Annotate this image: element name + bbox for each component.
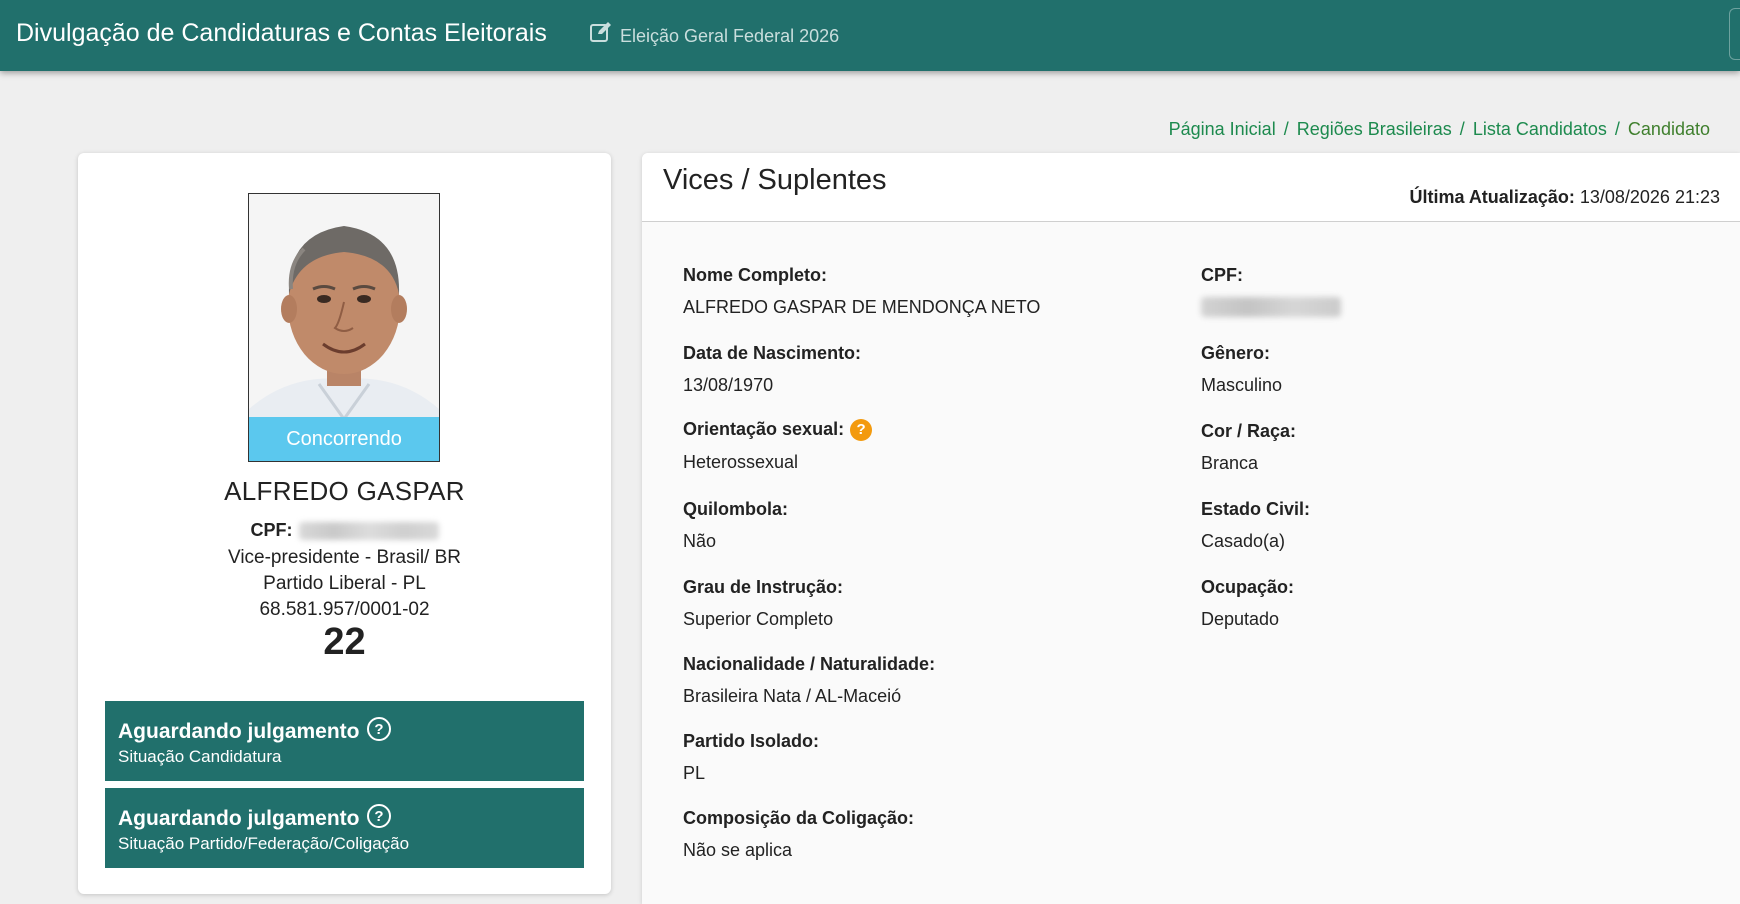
field-label: Gênero: [1201, 343, 1271, 363]
field-value: Casado(a) [1201, 531, 1286, 551]
app-title: Divulgação de Candidaturas e Contas Elei… [16, 19, 547, 47]
candidate-number: 22 [323, 621, 366, 663]
cpf-label: CPF: [250, 520, 293, 540]
breadcrumb-current: Candidato [1627, 119, 1710, 139]
field-value: PL [683, 763, 706, 783]
candidate-party: Partido Liberal - PL [263, 573, 426, 594]
field-full-name: Nome Completo: ALFREDO GASPAR DE MENDONÇ… [683, 265, 1163, 318]
field-value: 13/08/1970 [683, 375, 774, 395]
field-label: Nacionalidade / Naturalidade: [683, 654, 936, 674]
breadcrumb-home[interactable]: Página Inicial [1169, 119, 1276, 139]
candidate-photo: Concorrendo [248, 193, 440, 462]
details-panel: Vices / Suplentes Última Atualização: 13… [642, 153, 1740, 904]
situation-title-text: Aguardando julgamento [118, 720, 360, 743]
field-education: Grau de Instrução: Superior Completo [683, 577, 1163, 630]
status-ribbon: Concorrendo [249, 417, 439, 461]
candidate-card: Concorrendo ALFREDO GASPAR CPF: Vice-pre… [78, 153, 611, 894]
panel-title: Vices / Suplentes [663, 164, 887, 196]
svg-text:?: ? [374, 721, 383, 738]
cpf-redacted [298, 522, 439, 541]
last-updated-label: Última Atualização: [1409, 187, 1575, 207]
situation-title-text: Aguardando julgamento [118, 807, 360, 830]
candidate-name: ALFREDO GASPAR [224, 476, 465, 506]
field-marital-status: Estado Civil: Casado(a) [1201, 499, 1681, 552]
field-label: Quilombola: [683, 499, 788, 519]
field-label: Cor / Raça: [1201, 421, 1297, 441]
candidate-role: Vice-presidente - Brasil/ BR [227, 547, 462, 568]
field-label: Estado Civil: [1201, 499, 1311, 519]
situation-subtitle: Situação Candidatura [118, 747, 282, 766]
field-value: Deputado [1201, 609, 1280, 629]
field-label: Grau de Instrução: [683, 577, 844, 597]
field-label: Data de Nascimento: [683, 343, 862, 363]
last-updated-value: 13/08/2026 21:23 [1579, 187, 1720, 207]
field-label: Composição da Coligação: [683, 808, 915, 828]
field-occupation: Ocupação: Deputado [1201, 577, 1681, 630]
situation-candidacy: Aguardando julgamento? Situação Candidat… [105, 701, 584, 781]
breadcrumb: Página Inicial / Regiões Brasileiras / Lista… [1169, 119, 1710, 140]
field-value: Superior Completo [683, 609, 834, 629]
field-label: Ocupação: [1201, 577, 1295, 597]
field-value: Heterossexual [683, 452, 799, 472]
help-icon[interactable]: ? [366, 803, 392, 829]
breadcrumb-separator: / [1614, 119, 1620, 139]
situation-title: Aguardando julgamento? [118, 803, 392, 831]
situation-subtitle: Situação Partido/Federação/Coligação [118, 834, 410, 853]
svg-text:?: ? [374, 808, 383, 825]
field-quilombola: Quilombola: Não [683, 499, 1163, 552]
field-gender: Gênero: Masculino [1201, 343, 1681, 396]
field-party: Partido Isolado: PL [683, 731, 1163, 784]
breadcrumb-separator: / [1459, 119, 1465, 139]
help-badge-icon[interactable]: ? [850, 419, 873, 441]
candidate-cnpj: 68.581.957/0001-02 [259, 599, 430, 620]
field-sexual-orientation: Orientação sexual:? Heterossexual [683, 419, 1163, 473]
field-cpf: CPF: [1201, 265, 1681, 317]
field-value: Não se aplica [683, 840, 793, 860]
field-value: ALFREDO GASPAR DE MENDONÇA NETO [683, 297, 1041, 317]
field-nationality: Nacionalidade / Naturalidade: Brasileira… [683, 654, 1163, 707]
field-label: Orientação sexual: [683, 419, 845, 439]
field-value: Não [683, 531, 717, 551]
field-label: Partido Isolado: [683, 731, 820, 751]
cpf-redacted [1201, 297, 1341, 317]
breadcrumb-candidate-list[interactable]: Lista Candidatos [1473, 119, 1607, 139]
field-label: CPF: [1201, 265, 1243, 285]
topbar-edge [1729, 8, 1740, 60]
edit-icon[interactable] [589, 20, 613, 44]
field-value: Brasileira Nata / AL-Maceió [683, 686, 902, 706]
breadcrumb-regions[interactable]: Regiões Brasileiras [1297, 119, 1452, 139]
last-updated: Última Atualização: 13/08/2026 21:23 [1409, 187, 1720, 208]
panel-header: Vices / Suplentes Última Atualização: 13… [642, 153, 1740, 222]
situation-party: Aguardando julgamento? Situação Partido/… [105, 788, 584, 868]
field-value: Masculino [1201, 375, 1283, 395]
field-coalition: Composição da Coligação: Não se aplica [683, 808, 1163, 861]
field-label: Nome Completo: [683, 265, 827, 285]
candidate-cpf: CPF: [78, 520, 611, 541]
situation-title: Aguardando julgamento? [118, 716, 392, 744]
field-birth-date: Data de Nascimento: 13/08/1970 [683, 343, 1163, 396]
breadcrumb-separator: / [1283, 119, 1289, 139]
field-race: Cor / Raça: Branca [1201, 421, 1681, 474]
help-icon[interactable]: ? [366, 716, 392, 742]
field-value: Branca [1201, 453, 1259, 473]
top-bar: Divulgação de Candidaturas e Contas Elei… [0, 0, 1740, 71]
election-name[interactable]: Eleição Geral Federal 2026 [620, 26, 839, 47]
field-label-row: Orientação sexual:? [683, 419, 1163, 441]
